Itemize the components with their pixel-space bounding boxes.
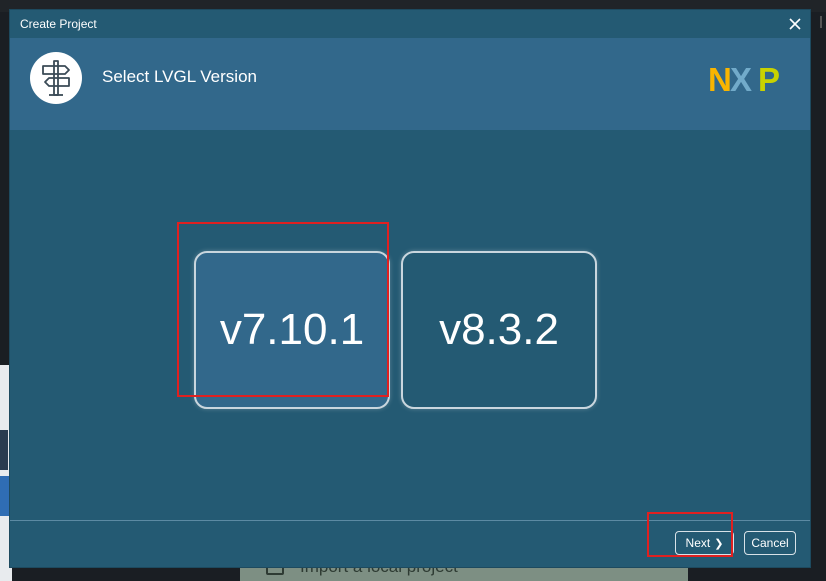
next-button[interactable]: Next ❯ bbox=[675, 531, 734, 555]
svg-text:X: X bbox=[730, 62, 752, 96]
version-option-v8[interactable]: v8.3.2 bbox=[401, 251, 597, 409]
dialog-header: Select LVGL Version N X P bbox=[10, 38, 810, 130]
cancel-button[interactable]: Cancel bbox=[744, 531, 796, 555]
close-icon bbox=[789, 18, 801, 30]
close-button[interactable] bbox=[784, 13, 806, 35]
footer-divider bbox=[10, 520, 810, 521]
background-left-glyph bbox=[0, 476, 10, 516]
header-logo bbox=[30, 52, 82, 104]
version-option-v7[interactable]: v7.10.1 bbox=[194, 251, 390, 409]
background-left-glyph bbox=[0, 430, 8, 470]
cancel-label: Cancel bbox=[751, 536, 789, 550]
version-label: v8.3.2 bbox=[439, 305, 559, 354]
dialog-title: Create Project bbox=[20, 17, 97, 31]
dialog-titlebar: Create Project bbox=[10, 10, 810, 38]
background-app-mark bbox=[820, 16, 822, 28]
svg-text:P: P bbox=[758, 62, 780, 96]
page-heading: Select LVGL Version bbox=[102, 67, 257, 86]
signpost-icon bbox=[42, 60, 70, 96]
version-label: v7.10.1 bbox=[219, 305, 365, 354]
next-label: Next bbox=[685, 536, 711, 550]
create-project-dialog: Create Project Select LVGL Version N X P… bbox=[10, 10, 810, 567]
nxp-logo: N X P bbox=[708, 61, 792, 101]
version-selection-area: v7.10.1 v8.3.2 bbox=[10, 130, 810, 522]
chevron-right-icon: ❯ bbox=[714, 537, 724, 550]
svg-text:N: N bbox=[708, 62, 732, 96]
